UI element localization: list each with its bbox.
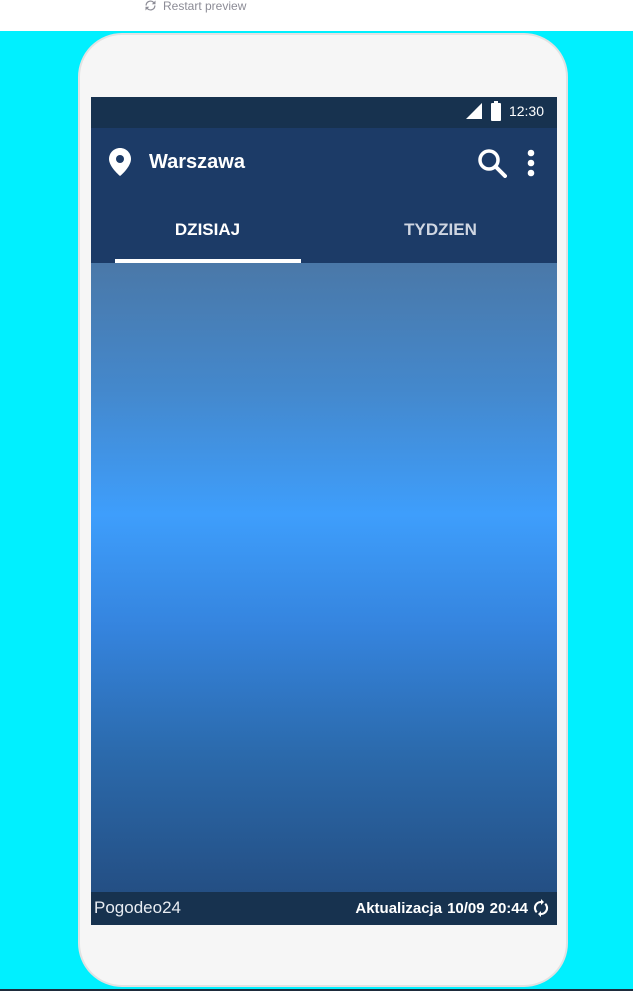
weather-content-area[interactable] <box>91 263 557 892</box>
status-bar: 12:30 <box>91 97 557 128</box>
restart-preview-button[interactable]: Restart preview <box>143 0 246 13</box>
location-selector[interactable]: Warszawa <box>109 148 245 176</box>
location-pin-icon <box>109 148 131 176</box>
tab-tydzien-label: TYDZIEN <box>404 220 477 239</box>
update-date: 10/09 <box>447 899 485 917</box>
search-icon <box>478 149 507 178</box>
tab-dzisiaj-label: DZISIAJ <box>174 220 241 239</box>
phone-screen: 12:30 Warszawa DZISIAJ TYDZIEN Pogodeo24… <box>91 97 557 925</box>
restart-preview-label: Restart preview <box>163 0 247 13</box>
app-bar: Warszawa DZISIAJ TYDZIEN <box>91 128 557 263</box>
preview-toolbar: Restart preview <box>0 0 633 31</box>
update-info: Aktualizacja 10/09 20:44 <box>355 899 549 917</box>
more-vert-icon <box>527 149 535 177</box>
signal-icon <box>465 103 482 119</box>
search-button[interactable] <box>477 148 507 178</box>
city-name: Warszawa <box>149 150 245 173</box>
update-label: Aktualizacja <box>355 899 443 917</box>
refresh-icon <box>145 0 156 11</box>
tab-tydzien[interactable]: TYDZIEN <box>324 212 557 263</box>
update-time: 20:44 <box>489 899 528 917</box>
tab-dzisiaj[interactable]: DZISIAJ <box>91 212 324 263</box>
battery-icon <box>490 101 501 121</box>
more-options-button[interactable] <box>527 149 535 177</box>
footer-bar: Pogodeo24 Aktualizacja 10/09 20:44 <box>91 892 557 925</box>
tab-bar: DZISIAJ TYDZIEN <box>91 212 557 263</box>
status-time: 12:30 <box>508 103 544 119</box>
brand-name: Pogodeo24 <box>94 898 181 917</box>
sync-icon[interactable] <box>533 899 549 917</box>
